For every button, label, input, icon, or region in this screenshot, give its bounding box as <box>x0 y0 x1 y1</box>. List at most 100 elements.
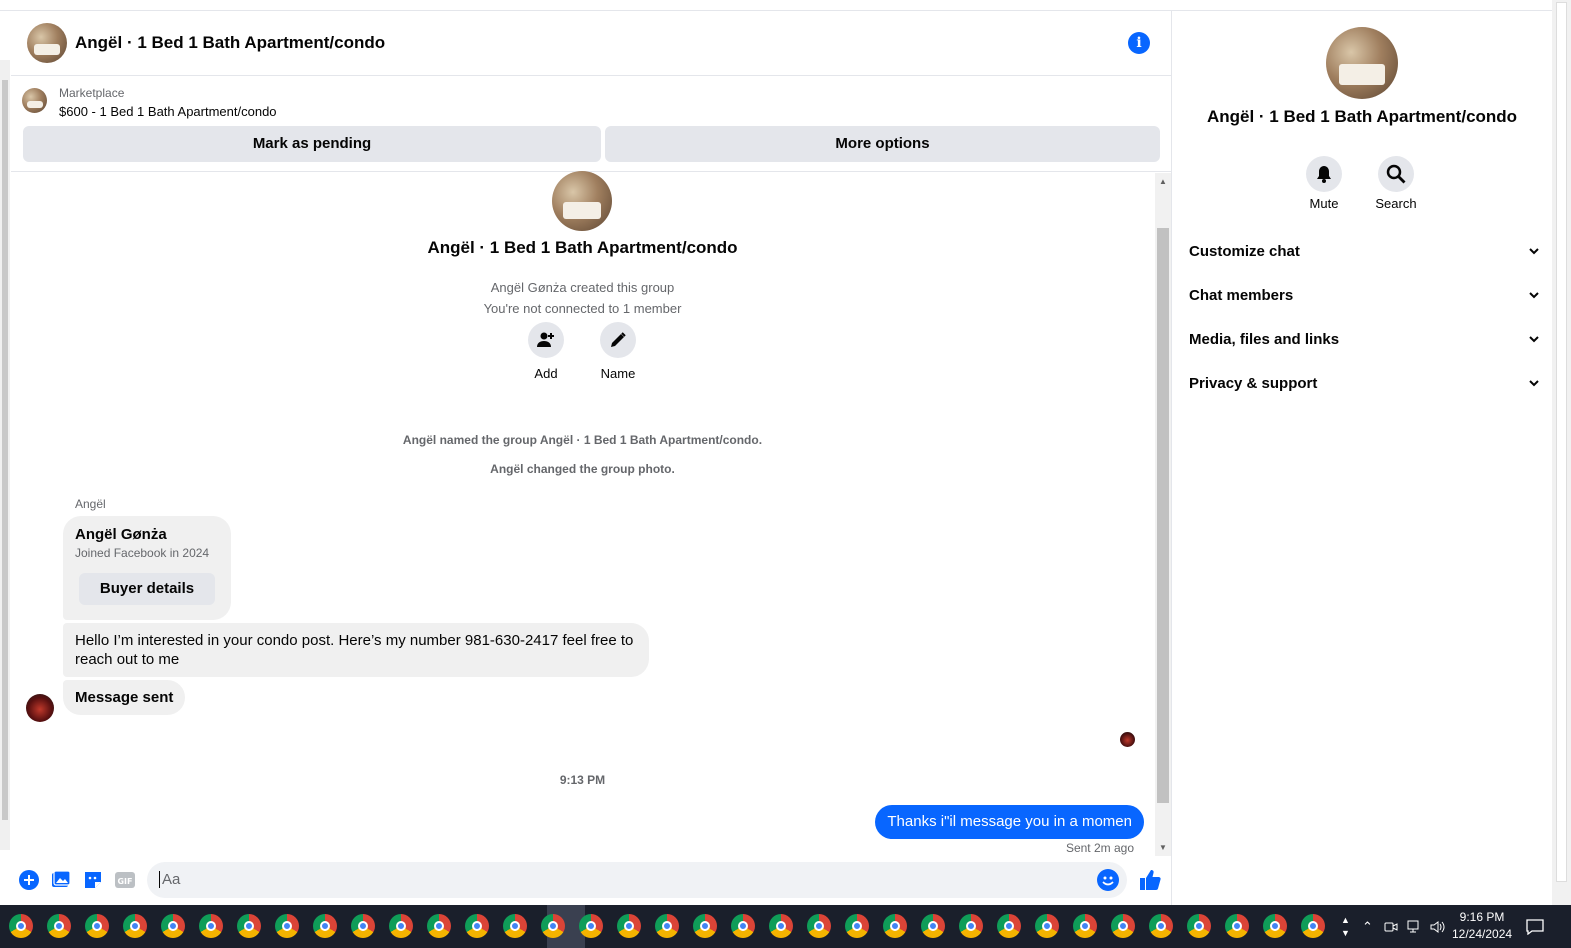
chrome-taskbar-icon[interactable] <box>880 911 910 941</box>
chrome-taskbar-icon[interactable] <box>576 911 606 941</box>
chrome-taskbar-icon[interactable] <box>690 911 720 941</box>
listing-thumbnail[interactable] <box>22 88 47 113</box>
chat-title[interactable]: Angël · 1 Bed 1 Bath Apartment/condo <box>75 33 385 53</box>
emoji-icon[interactable] <box>1097 869 1119 891</box>
chrome-taskbar-icon[interactable] <box>196 911 226 941</box>
incoming-message[interactable]: Message sent <box>63 680 186 715</box>
meet-now-icon[interactable] <box>1384 905 1398 948</box>
chrome-taskbar-icon[interactable] <box>652 911 682 941</box>
chrome-taskbar-icon[interactable] <box>1184 911 1214 941</box>
scroll-up-arrow[interactable]: ▲ <box>1159 177 1167 186</box>
chrome-taskbar-icon[interactable] <box>1108 911 1138 941</box>
section-label: Customize chat <box>1189 242 1300 260</box>
search-button[interactable] <box>1378 156 1414 192</box>
marketplace-bar: Marketplace $600 - 1 Bed 1 Bath Apartmen… <box>11 76 1172 172</box>
section-chat-members[interactable]: Chat members <box>1189 275 1539 315</box>
chrome-taskbar-icon[interactable] <box>158 911 188 941</box>
more-options-button[interactable]: More options <box>605 126 1160 162</box>
scroll-thumb[interactable] <box>2 80 8 820</box>
chrome-taskbar-icon[interactable] <box>462 911 492 941</box>
chrome-taskbar-icon[interactable] <box>538 911 568 941</box>
chrome-taskbar-icon[interactable] <box>1032 911 1062 941</box>
listing-title[interactable]: $600 - 1 Bed 1 Bath Apartment/condo <box>59 104 277 119</box>
chrome-taskbar-icon[interactable] <box>994 911 1024 941</box>
photo-icon[interactable] <box>51 870 71 890</box>
chrome-taskbar-icon[interactable] <box>386 911 416 941</box>
add-member-button[interactable] <box>528 322 564 358</box>
chrome-taskbar-icon[interactable] <box>310 911 340 941</box>
section-label: Chat members <box>1189 286 1294 304</box>
message-input[interactable]: Aa <box>147 862 1127 898</box>
volume-icon[interactable] <box>1430 905 1446 948</box>
chevron-down-icon <box>1529 292 1539 299</box>
notifications-icon[interactable] <box>1526 905 1544 948</box>
buyer-details-button[interactable]: Buyer details <box>79 573 215 605</box>
mute-label: Mute <box>1309 196 1339 211</box>
mark-pending-button[interactable]: Mark as pending <box>23 126 601 162</box>
outgoing-message[interactable]: Thanks i"il message you in a momen <box>875 805 1144 839</box>
scroll-thumb[interactable] <box>1556 2 1567 882</box>
message-placeholder: Aa <box>159 871 180 888</box>
chrome-icon <box>503 914 527 938</box>
chrome-taskbar-icon[interactable] <box>234 911 264 941</box>
chrome-taskbar-icon[interactable] <box>728 911 758 941</box>
chrome-icon <box>579 914 603 938</box>
section-customize-chat[interactable]: Customize chat <box>1189 231 1539 271</box>
message-scrollbar[interactable]: ▲ ▼ <box>1155 173 1171 856</box>
scroll-thumb[interactable] <box>1157 228 1169 803</box>
section-privacy-support[interactable]: Privacy & support <box>1189 363 1539 403</box>
left-scrollbar[interactable] <box>0 60 10 850</box>
sticker-icon[interactable] <box>83 870 103 890</box>
scroll-down-arrow[interactable]: ▼ <box>1159 843 1167 852</box>
show-hidden-icons[interactable]: ⌃ <box>1362 905 1373 948</box>
bell-icon <box>1317 166 1331 183</box>
chrome-taskbar-icon[interactable] <box>82 911 112 941</box>
taskbar-scroll[interactable]: ▲ ▼ <box>1341 905 1350 948</box>
chrome-taskbar-icon[interactable] <box>1070 911 1100 941</box>
chrome-icon <box>1263 914 1287 938</box>
page-scrollbar[interactable] <box>1552 0 1571 905</box>
chrome-taskbar-icon[interactable] <box>44 911 74 941</box>
chrome-icon <box>275 914 299 938</box>
chrome-icon <box>1187 914 1211 938</box>
chevron-up-icon[interactable]: ▲ <box>1341 914 1350 927</box>
mute-button[interactable] <box>1306 156 1342 192</box>
chrome-taskbar-icon[interactable] <box>120 911 150 941</box>
chrome-taskbar-icon[interactable] <box>1260 911 1290 941</box>
taskbar-clock[interactable]: 9:16 PM 12/24/2024 <box>1452 909 1512 943</box>
incoming-message[interactable]: Hello I’m interested in your condo post.… <box>63 623 649 677</box>
rename-group-button[interactable] <box>600 322 636 358</box>
chrome-taskbar-icon[interactable] <box>804 911 834 941</box>
system-message: Angël changed the group photo. <box>490 462 675 476</box>
search-label: Search <box>1375 196 1417 211</box>
plus-icon[interactable] <box>19 870 39 890</box>
chrome-icon <box>161 914 185 938</box>
chrome-taskbar-icon[interactable] <box>1298 911 1328 941</box>
caret-up-icon[interactable]: ⌃ <box>1362 919 1373 935</box>
chrome-taskbar-icon[interactable] <box>272 911 302 941</box>
chrome-taskbar-icon[interactable] <box>6 911 36 941</box>
chrome-taskbar-icon[interactable] <box>348 911 378 941</box>
chrome-taskbar-icon[interactable] <box>766 911 796 941</box>
chrome-taskbar-icon[interactable] <box>1146 911 1176 941</box>
chrome-taskbar-icon[interactable] <box>1222 911 1252 941</box>
chrome-taskbar-icon[interactable] <box>500 911 530 941</box>
group-avatar[interactable] <box>27 23 67 63</box>
chrome-taskbar-icon[interactable] <box>614 911 644 941</box>
group-avatar-large[interactable] <box>1326 27 1398 99</box>
chevron-down-icon <box>1529 380 1539 387</box>
chrome-taskbar-icon[interactable] <box>424 911 454 941</box>
gif-icon[interactable]: GIF <box>115 870 135 890</box>
chrome-taskbar-icon[interactable] <box>918 911 948 941</box>
chrome-taskbar-icon[interactable] <box>842 911 872 941</box>
section-media-files-links[interactable]: Media, files and links <box>1189 319 1539 359</box>
sender-avatar[interactable] <box>26 694 54 722</box>
chrome-icon <box>427 914 451 938</box>
chevron-down-icon[interactable]: ▼ <box>1341 927 1350 940</box>
buyer-joined: Joined Facebook in 2024 <box>75 546 210 560</box>
chrome-taskbar-icon[interactable] <box>956 911 986 941</box>
network-icon[interactable] <box>1407 905 1423 948</box>
thumbs-up-icon[interactable] <box>1138 868 1162 892</box>
info-icon[interactable]: i <box>1128 32 1150 54</box>
composer: GIF Aa <box>11 856 1172 905</box>
